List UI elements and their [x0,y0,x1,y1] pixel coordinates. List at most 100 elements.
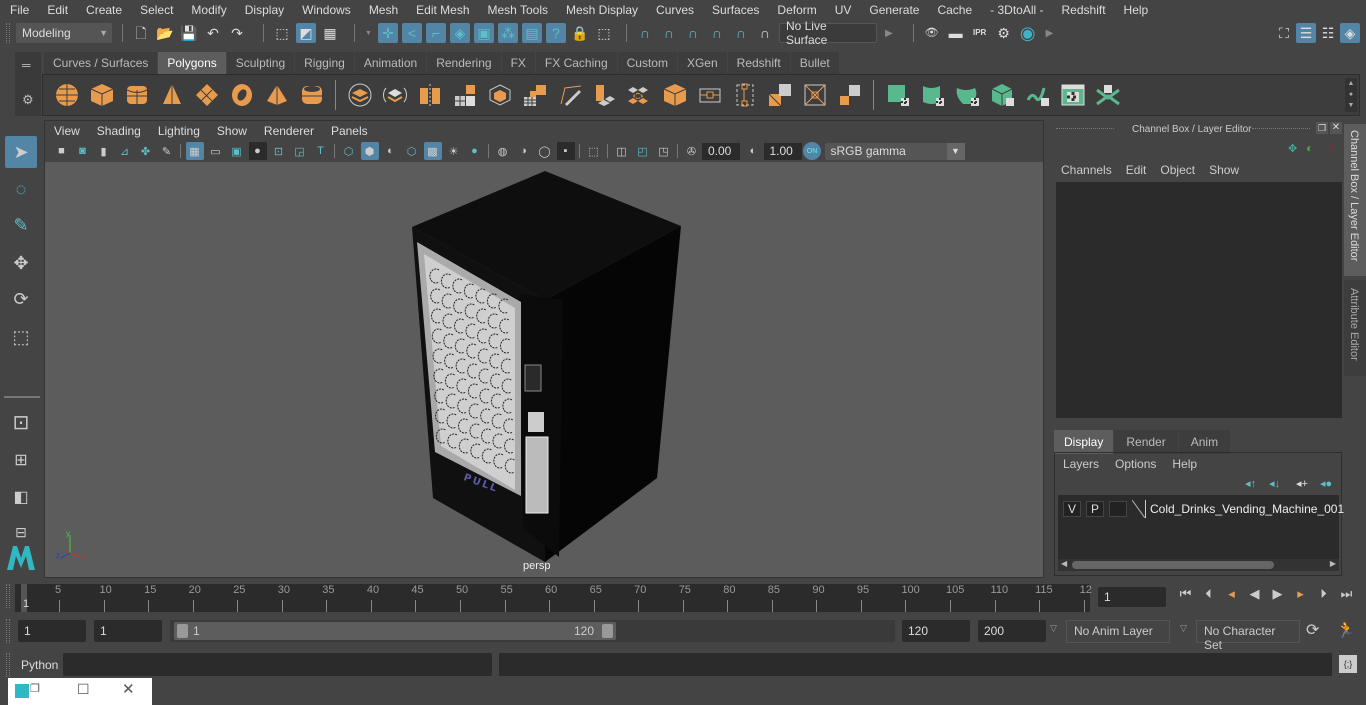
layer-menu-options[interactable]: Options [1115,457,1156,471]
shelf-menu-icon[interactable]: ═ [22,58,31,72]
magnet-surface-icon[interactable]: ∩ [731,23,751,43]
reduce-icon[interactable] [485,80,515,110]
tab-animation[interactable]: Animation [354,52,427,74]
magnet-icon[interactable]: ∩ [755,23,775,43]
select-component-icon[interactable]: ▦ [320,23,340,43]
maximize-window-icon[interactable]: ☐ [77,681,90,698]
tab-render[interactable]: Render [1114,430,1178,454]
safe-title-icon[interactable]: T [312,142,330,160]
poly-pyramid-icon[interactable] [262,80,292,110]
anti-aliasing-icon[interactable]: ◯ [536,142,554,160]
gamma-field[interactable]: 1.00 [763,142,802,160]
command-input[interactable] [63,653,492,676]
use-all-lights-icon[interactable]: ☀ [445,142,463,160]
animation-start-field[interactable]: 1 [18,620,86,642]
prev-key-icon[interactable]: ◂ [1220,586,1243,602]
lasso-tool-icon[interactable]: ◌ [5,173,37,205]
bevel-icon[interactable] [660,80,690,110]
chevron-down-icon[interactable]: ▽ [1050,623,1057,634]
layer-visibility-toggle[interactable]: V [1063,501,1081,517]
menu-curves[interactable]: Curves [646,3,702,17]
tab-fx-caching[interactable]: FX Caching [535,52,617,74]
wireframe-on-shaded-icon[interactable]: ⬡ [403,142,421,160]
magnet-vertex-icon[interactable]: ∩ [707,23,727,43]
anim-key-icon[interactable]: ↗ [1325,141,1335,155]
merge-icon[interactable] [835,80,865,110]
redo-icon[interactable]: ↷ [227,23,247,43]
paint-select-tool-icon[interactable]: ✎ [5,209,37,241]
resolution-gate-icon[interactable]: ▣ [228,142,246,160]
snap-vertex-icon[interactable]: ⁂ [497,23,518,43]
four-view-layout-icon[interactable]: ⊞ [5,444,37,476]
panel-grip[interactable] [6,653,10,677]
animation-preferences-icon[interactable]: 🏃 [1336,620,1356,640]
cb-menu-object[interactable]: Object [1160,163,1195,177]
expand-arrow-icon[interactable]: ▶ [1046,28,1054,39]
channel-box-toggle-icon[interactable]: ◈ [1340,23,1360,43]
cb-menu-edit[interactable]: Edit [1126,163,1147,177]
cylindrical-uv-icon[interactable] [918,80,948,110]
float-panel-icon[interactable]: ❐ [1316,122,1328,134]
menu-help[interactable]: Help [1114,3,1157,17]
xray-joints-icon[interactable]: ◳ [655,142,673,160]
bookmark-icon[interactable]: ▮ [95,142,113,160]
workspace-selector[interactable]: Modeling ▼ [16,23,112,43]
menu-modify[interactable]: Modify [181,3,234,17]
range-start-handle[interactable] [177,624,188,638]
ipr-render-icon[interactable]: IPR [970,23,990,43]
snap-surface-icon[interactable]: ▣ [473,23,494,43]
menu-uv[interactable]: UV [825,3,860,17]
tab-rigging[interactable]: Rigging [295,52,354,74]
vp-menu-shading[interactable]: Shading [88,124,149,138]
combine-icon[interactable] [345,80,375,110]
extract-icon[interactable] [415,80,445,110]
manipulator-icon[interactable]: ◐ [1306,141,1313,155]
tab-fx[interactable]: FX [501,52,535,74]
select-hierarchy-icon[interactable]: ⬚ [272,23,292,43]
snap-point-icon[interactable]: ⌐ [425,23,446,43]
gate-mask-icon[interactable]: ● [248,142,267,160]
menu-edit-mesh[interactable]: Edit Mesh [406,3,477,17]
move-layer-up-icon[interactable]: ◂↑ [1245,477,1256,490]
animation-end-field[interactable]: 200 [978,620,1046,642]
menu-deform[interactable]: Deform [767,3,824,17]
smooth-shade-icon[interactable]: ⬢ [360,142,379,160]
motion-blur-icon[interactable]: ◑ [515,142,533,160]
xray-icon[interactable]: ◫ [613,142,631,160]
panel-grip[interactable] [6,619,10,643]
tab-custom[interactable]: Custom [617,52,677,74]
shadows-icon[interactable]: ● [466,142,484,160]
menu-mesh-tools[interactable]: Mesh Tools [478,3,556,17]
edge-loop-icon[interactable] [695,80,725,110]
menu-mesh[interactable]: Mesh [359,3,406,17]
menu-create[interactable]: Create [76,3,130,17]
save-scene-icon[interactable]: 💾 [179,23,199,43]
layer-row[interactable]: V P Cold_Drinks_Vending_Machine_001_ [1058,500,1351,520]
play-backward-icon[interactable]: ◀ [1243,586,1266,602]
poly-cylinder-icon[interactable] [122,80,152,110]
chevron-down-icon[interactable]: ▽ [1180,623,1187,634]
expand-arrow-icon[interactable]: ▶ [885,28,893,39]
tab-redshift[interactable]: Redshift [727,52,790,74]
unfold-uv-icon[interactable] [1023,80,1053,110]
tab-polygons[interactable]: Polygons [158,52,226,74]
attribute-editor-toggle-icon[interactable]: ☰ [1296,23,1316,43]
tool-settings-icon[interactable]: ☷ [1318,23,1338,43]
poly-plane-icon[interactable] [192,80,222,110]
menu-surfaces[interactable]: Surfaces [702,3,767,17]
poly-cube-icon[interactable] [87,80,117,110]
layer-menu-help[interactable]: Help [1172,457,1197,471]
scrollbar-thumb[interactable] [1072,561,1274,569]
depth-of-field-icon[interactable]: ▪ [556,142,575,160]
exposure-icon[interactable]: ✇ [683,142,701,160]
remesh-icon[interactable] [520,80,550,110]
step-back-icon[interactable]: ⏴ [1197,586,1220,602]
menu-select[interactable]: Select [130,3,181,17]
character-set-dropdown[interactable]: No Character Set [1196,620,1300,652]
move-layer-down-icon[interactable]: ◂↓ [1269,477,1280,490]
select-lock-icon[interactable]: ⬚ [594,23,614,43]
scroll-left-icon[interactable]: ◀ [1061,559,1067,568]
snap-curve-icon[interactable]: < [401,23,422,43]
isolate-select-icon[interactable]: ⬚ [585,142,603,160]
layer-menu-layers[interactable]: Layers [1063,457,1099,471]
